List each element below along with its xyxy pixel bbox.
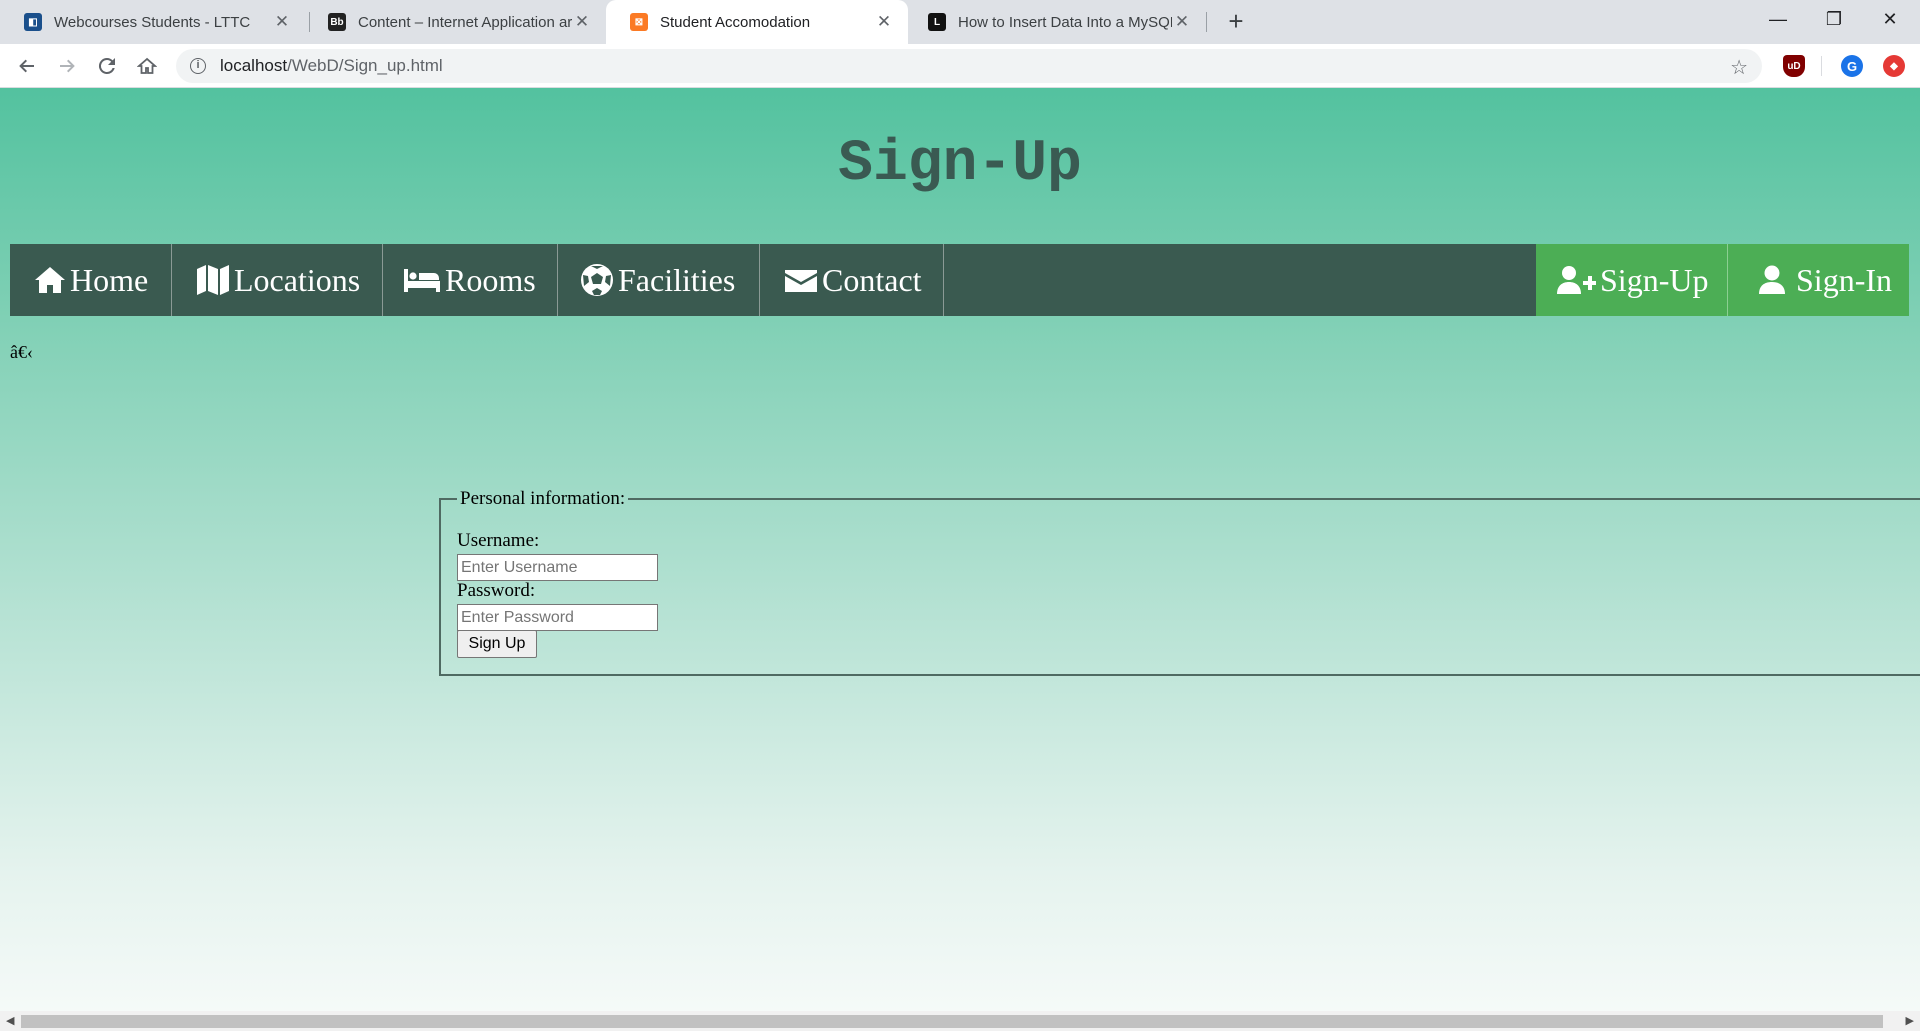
nav-label: Home: [70, 261, 149, 298]
top-navigation: Home Locations Rooms Facilities Contact …: [10, 244, 1909, 316]
scrollbar-thumb[interactable]: [21, 1015, 1883, 1028]
password-input[interactable]: [457, 604, 658, 631]
new-tab-button[interactable]: +: [1220, 6, 1252, 38]
nav-rooms[interactable]: Rooms: [383, 244, 558, 316]
scroll-right-icon[interactable]: ▶: [1906, 1014, 1914, 1027]
profile-avatar-icon[interactable]: G: [1841, 55, 1863, 77]
l-favicon-icon: L: [928, 13, 946, 31]
username-label: Username:: [457, 530, 540, 551]
info-icon[interactable]: i: [190, 58, 206, 74]
soccer-ball-icon: [581, 264, 613, 296]
user-icon: [1759, 265, 1785, 294]
home-icon: [35, 267, 65, 293]
page-viewport: Sign-Up Home Locations Rooms Facilities …: [0, 88, 1920, 1011]
tab-strip: ◧ Webcourses Students - LTTC ✕ Bb Conten…: [0, 0, 1920, 44]
user-plus-icon: [1557, 266, 1596, 294]
xampp-favicon-icon: ⊠: [630, 13, 648, 31]
back-button[interactable]: [11, 50, 43, 82]
home-button[interactable]: [131, 50, 163, 82]
close-icon[interactable]: ✕: [1172, 12, 1192, 32]
url-host: localhost: [220, 56, 288, 75]
tab-title: Student Accomodation: [660, 13, 811, 31]
username-input[interactable]: [457, 554, 658, 581]
minimize-button[interactable]: —: [1750, 0, 1806, 40]
map-icon: [197, 265, 229, 295]
nav-sign-up[interactable]: Sign-Up: [1536, 244, 1728, 316]
nav-label: Sign-In: [1796, 261, 1892, 298]
toolbar-divider: [1821, 56, 1822, 76]
close-icon[interactable]: ✕: [272, 12, 292, 32]
scroll-left-icon[interactable]: ◀: [6, 1014, 14, 1027]
password-label: Password:: [457, 580, 536, 601]
reload-icon: [98, 57, 115, 74]
back-arrow-icon: [19, 59, 34, 73]
tab-title: Content – Internet Application ar: [358, 13, 572, 31]
tab-title: How to Insert Data Into a MySQL: [958, 13, 1172, 31]
personal-info-fieldset: Personal information: Username: Password…: [439, 488, 1920, 676]
address-bar[interactable]: i localhost/WebD/Sign_up.html ☆: [176, 49, 1762, 83]
tab-content[interactable]: Bb Content – Internet Application ar ✕: [304, 0, 606, 44]
nav-home[interactable]: Home: [10, 244, 172, 316]
tab-webcourses[interactable]: ◧ Webcourses Students - LTTC ✕: [0, 0, 306, 44]
sign-up-button[interactable]: Sign Up: [457, 630, 537, 658]
tab-divider: [1206, 12, 1207, 32]
extension-red-icon[interactable]: ◆: [1883, 55, 1905, 77]
url-path: /WebD/Sign_up.html: [287, 56, 443, 75]
nav-label: Locations: [234, 261, 361, 298]
forward-arrow-icon: [60, 59, 75, 73]
close-icon[interactable]: ✕: [572, 12, 592, 32]
stray-text: â€‹: [10, 342, 33, 362]
nav-label: Facilities: [618, 261, 736, 298]
envelope-icon: [785, 270, 817, 292]
nav-locations[interactable]: Locations: [172, 244, 383, 316]
browser-toolbar: i localhost/WebD/Sign_up.html ☆ uD G ◆: [0, 44, 1920, 88]
tab-student-accomodation[interactable]: ⊠ Student Accomodation ✕: [606, 0, 908, 44]
nav-contact[interactable]: Contact: [760, 244, 944, 316]
nav-label: Rooms: [445, 261, 536, 298]
home-outline-icon: [137, 57, 157, 74]
nav-sign-in[interactable]: Sign-In: [1728, 244, 1909, 316]
tab-title: Webcourses Students - LTTC: [54, 13, 251, 31]
horizontal-scrollbar[interactable]: ◀ ▶: [0, 1011, 1920, 1031]
close-icon[interactable]: ✕: [874, 12, 894, 32]
tab-mysql[interactable]: L How to Insert Data Into a MySQL ✕: [904, 0, 1206, 44]
webcourses-favicon-icon: ◧: [24, 13, 42, 31]
page-title: Sign-Up: [838, 132, 1082, 197]
blackboard-favicon-icon: Bb: [328, 13, 346, 31]
window-close-button[interactable]: ✕: [1862, 0, 1918, 40]
ublock-icon[interactable]: uD: [1783, 55, 1805, 77]
nav-label: Contact: [822, 261, 922, 298]
nav-label: Sign-Up: [1600, 261, 1709, 298]
forward-button[interactable]: [51, 50, 83, 82]
bed-icon: [404, 269, 440, 292]
nav-facilities[interactable]: Facilities: [558, 244, 760, 316]
restore-button[interactable]: ❐: [1806, 0, 1862, 40]
fieldset-legend: Personal information:: [460, 488, 626, 509]
reload-button[interactable]: [91, 50, 123, 82]
bookmark-star-icon[interactable]: ☆: [1730, 55, 1748, 80]
